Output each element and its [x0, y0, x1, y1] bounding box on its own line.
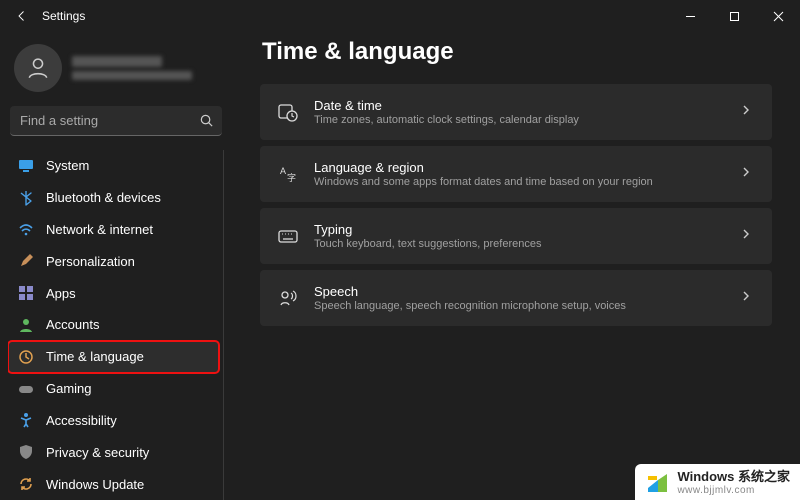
bluetooth-icon	[18, 190, 34, 206]
main-panel: Time & language Date & time Time zones, …	[232, 32, 800, 500]
profile-block[interactable]	[8, 40, 224, 106]
sidebar-item-label: Apps	[46, 286, 76, 301]
back-button[interactable]	[16, 10, 28, 22]
sidebar-item-accessibility[interactable]: Accessibility	[8, 405, 219, 437]
shield-icon	[18, 444, 34, 460]
sidebar-item-label: System	[46, 158, 89, 173]
speech-icon	[278, 288, 298, 308]
sidebar-item-bluetooth[interactable]: Bluetooth & devices	[8, 182, 219, 214]
card-text: Language & region Windows and some apps …	[314, 160, 740, 188]
card-subtitle: Time zones, automatic clock settings, ca…	[314, 114, 740, 126]
clock-calendar-icon	[278, 102, 298, 122]
card-text: Typing Touch keyboard, text suggestions,…	[314, 222, 740, 250]
window-controls	[668, 0, 800, 32]
sidebar-item-personalization[interactable]: Personalization	[8, 245, 219, 277]
card-title: Language & region	[314, 160, 740, 175]
nav-list: System Bluetooth & devices Network & int…	[8, 150, 224, 500]
sidebar-item-network[interactable]: Network & internet	[8, 214, 219, 246]
card-subtitle: Touch keyboard, text suggestions, prefer…	[314, 238, 740, 250]
watermark-sub: www.bjjmlv.com	[677, 485, 790, 496]
sidebar-item-label: Bluetooth & devices	[46, 190, 161, 205]
search-wrap	[10, 106, 222, 136]
sidebar-item-time-language[interactable]: Time & language	[8, 341, 219, 373]
sidebar-item-system[interactable]: System	[8, 150, 219, 182]
maximize-button[interactable]	[712, 0, 756, 32]
close-button[interactable]	[756, 0, 800, 32]
card-speech[interactable]: Speech Speech language, speech recogniti…	[260, 270, 772, 326]
chevron-right-icon	[740, 227, 754, 245]
titlebar: Settings	[0, 0, 800, 32]
sidebar-item-privacy[interactable]: Privacy & security	[8, 436, 219, 468]
keyboard-icon	[278, 226, 298, 246]
profile-email-redacted	[72, 71, 192, 80]
card-title: Date & time	[314, 98, 740, 113]
svg-text:字: 字	[287, 172, 296, 183]
update-icon	[18, 476, 34, 492]
sidebar-item-label: Accounts	[46, 317, 99, 332]
watermark-main: Windows 系统之家	[677, 470, 790, 484]
search-icon	[199, 113, 214, 133]
card-title: Typing	[314, 222, 740, 237]
sidebar-item-accounts[interactable]: Accounts	[8, 309, 219, 341]
minimize-button[interactable]	[668, 0, 712, 32]
profile-name-redacted	[72, 56, 162, 67]
sidebar-item-gaming[interactable]: Gaming	[8, 373, 219, 405]
sidebar-item-update[interactable]: Windows Update	[8, 468, 219, 500]
svg-text:A: A	[280, 166, 286, 176]
apps-icon	[18, 285, 34, 301]
brush-icon	[18, 253, 34, 269]
accessibility-icon	[18, 412, 34, 428]
chevron-right-icon	[740, 289, 754, 307]
sidebar: System Bluetooth & devices Network & int…	[0, 32, 232, 500]
app-title: Settings	[42, 9, 85, 23]
avatar	[14, 44, 62, 92]
watermark: Windows 系统之家 www.bjjmlv.com	[635, 464, 800, 500]
card-subtitle: Windows and some apps format dates and t…	[314, 176, 740, 188]
display-icon	[18, 158, 34, 174]
card-date-time[interactable]: Date & time Time zones, automatic clock …	[260, 84, 772, 140]
windows-logo-icon	[645, 470, 671, 496]
card-text: Date & time Time zones, automatic clock …	[314, 98, 740, 126]
language-region-icon: A字	[278, 164, 298, 184]
sidebar-item-label: Gaming	[46, 381, 92, 396]
card-typing[interactable]: Typing Touch keyboard, text suggestions,…	[260, 208, 772, 264]
card-title: Speech	[314, 284, 740, 299]
gamepad-icon	[18, 381, 34, 397]
chevron-right-icon	[740, 165, 754, 183]
sidebar-item-label: Accessibility	[46, 413, 117, 428]
card-language-region[interactable]: A字 Language & region Windows and some ap…	[260, 146, 772, 202]
globe-clock-icon	[18, 349, 34, 365]
sidebar-item-label: Time & language	[46, 349, 144, 364]
sidebar-item-apps[interactable]: Apps	[8, 277, 219, 309]
wifi-icon	[18, 222, 34, 238]
sidebar-item-label: Network & internet	[46, 222, 153, 237]
sidebar-item-label: Windows Update	[46, 477, 144, 492]
profile-text	[72, 56, 192, 80]
card-subtitle: Speech language, speech recognition micr…	[314, 300, 740, 312]
page-title: Time & language	[262, 38, 772, 66]
chevron-right-icon	[740, 103, 754, 121]
sidebar-item-label: Privacy & security	[46, 445, 149, 460]
sidebar-item-label: Personalization	[46, 254, 135, 269]
account-icon	[18, 317, 34, 333]
search-input[interactable]	[10, 106, 222, 136]
card-text: Speech Speech language, speech recogniti…	[314, 284, 740, 312]
